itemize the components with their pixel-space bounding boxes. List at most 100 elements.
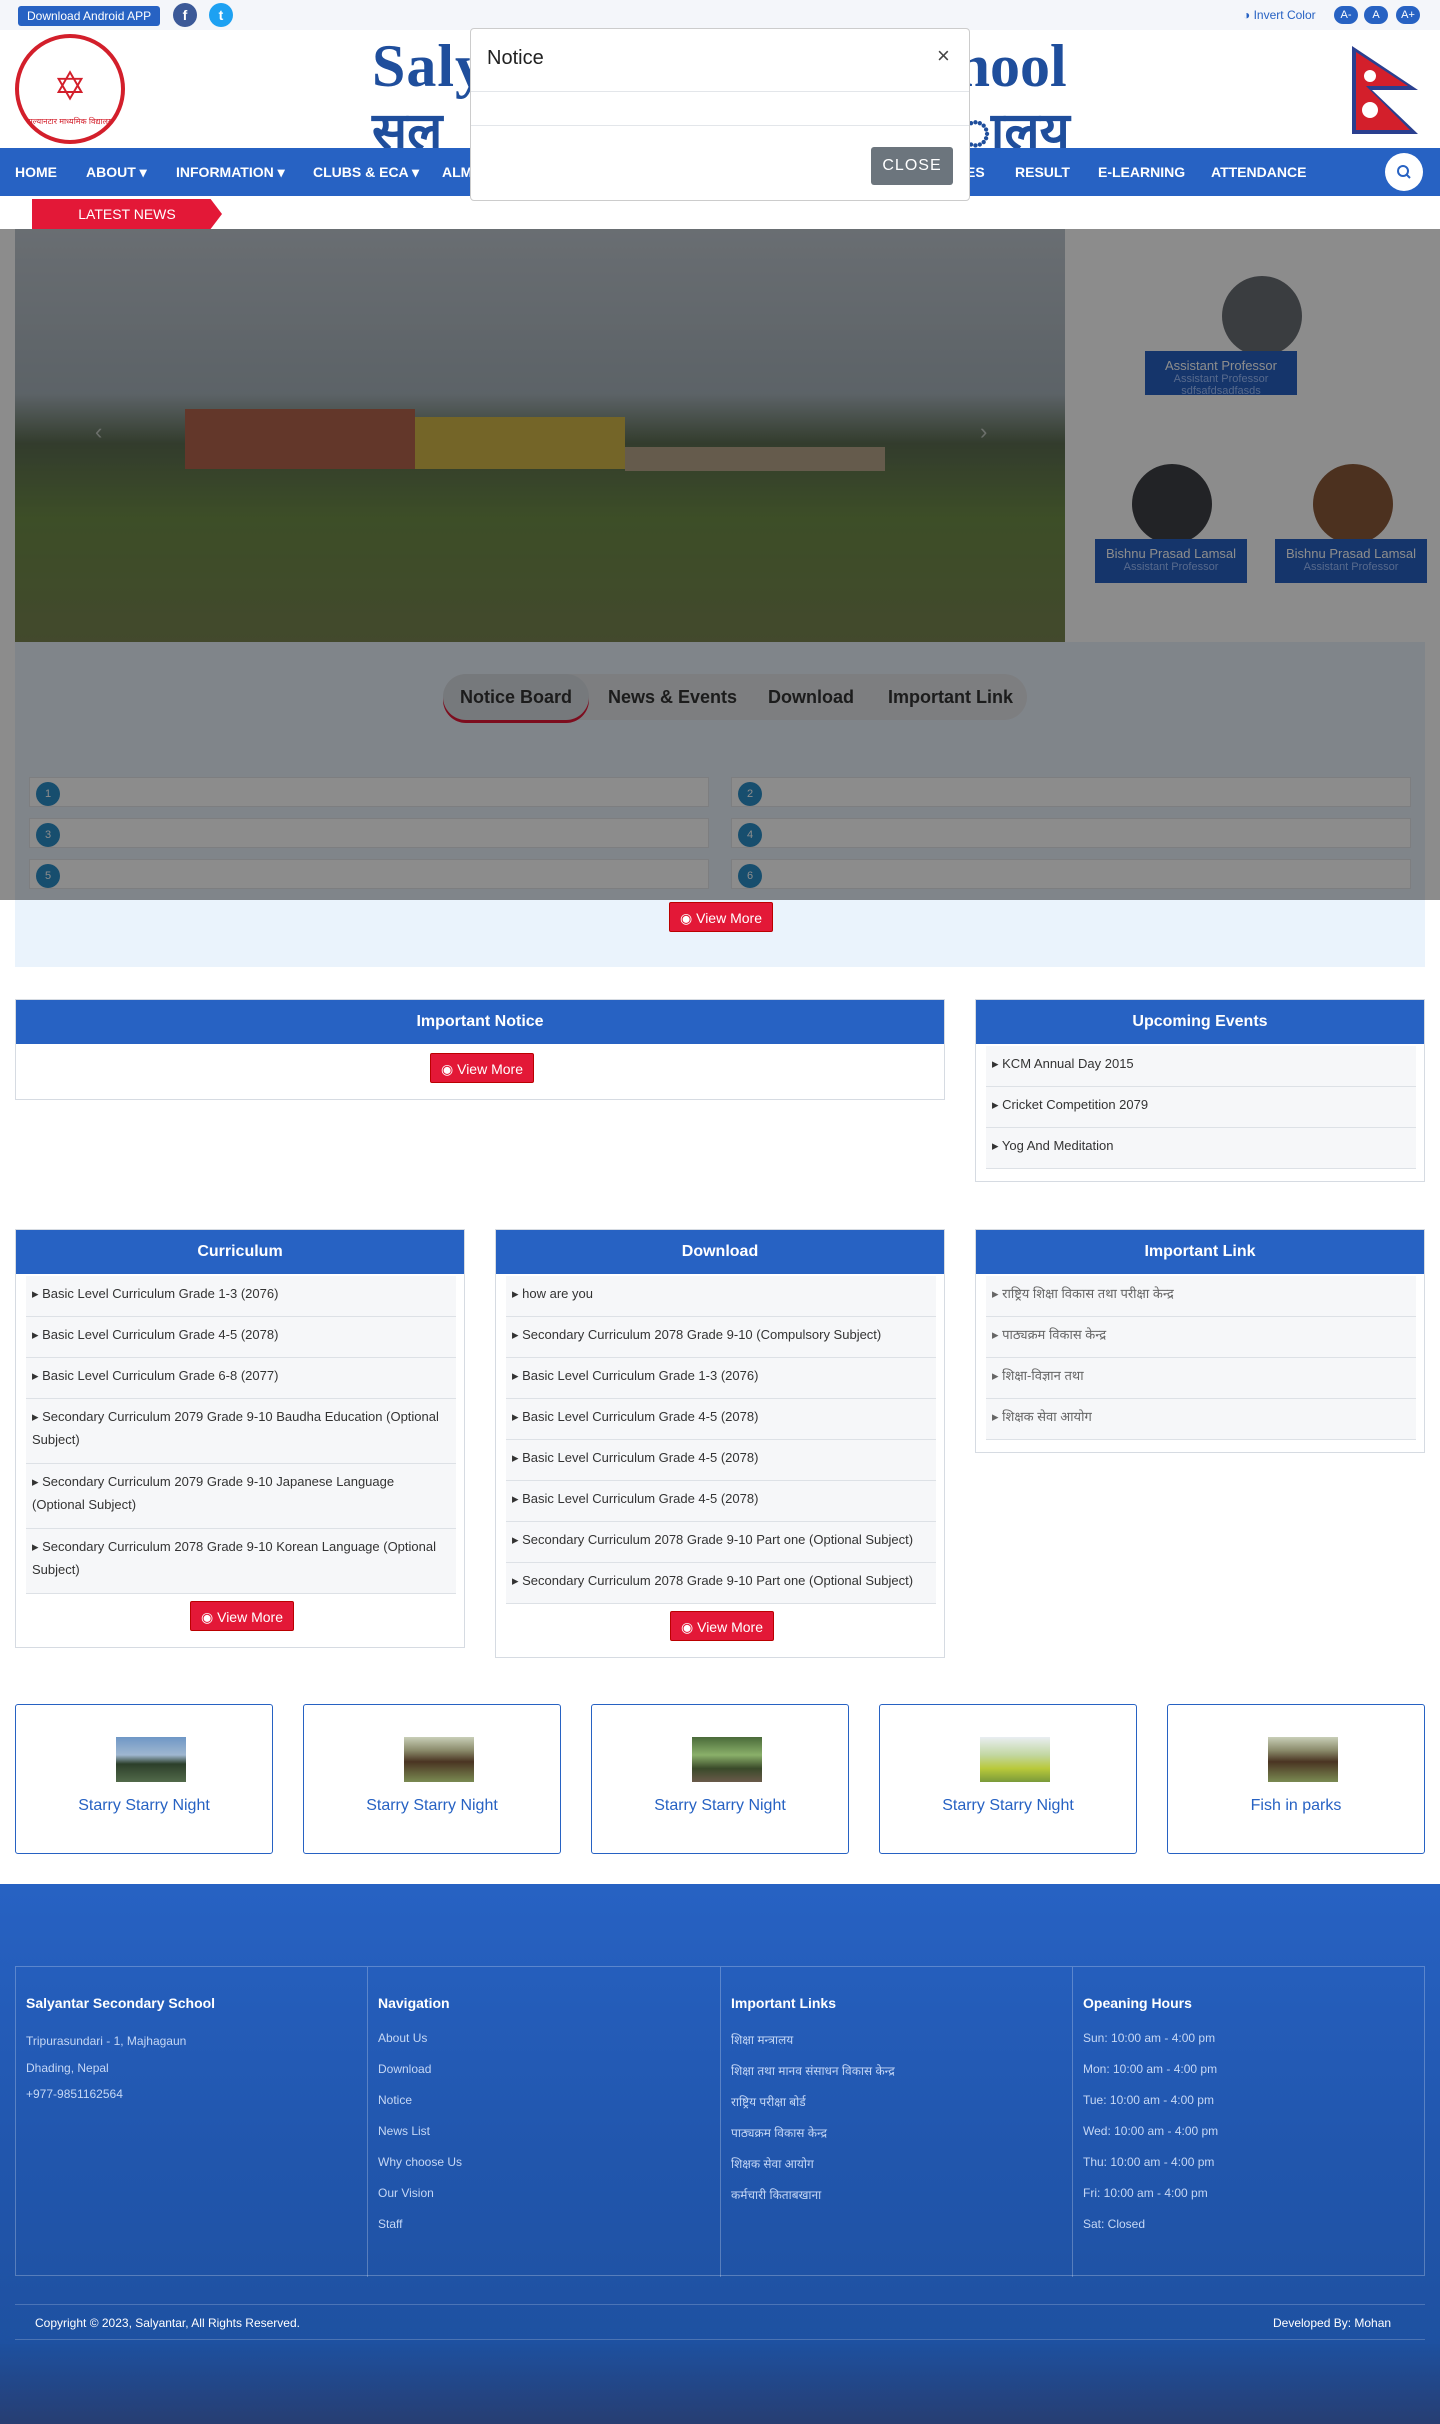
gallery-tile[interactable]: Starry Starry Night [15,1704,273,1854]
list-item[interactable]: ▸ Secondary Curriculum 2079 Grade 9-10 J… [26,1464,456,1529]
facebook-icon[interactable]: f [173,3,197,27]
caret-right-icon: ▸ [512,1409,523,1424]
list-item[interactable]: ▸ Basic Level Curriculum Grade 1-3 (2076… [506,1358,936,1399]
logo-text: सल्यानटार माध्यमिक विद्यालय [27,117,113,126]
view-more-button[interactable]: ◉ View More [669,902,773,932]
nav-clubs-eca[interactable]: CLUBS & ECA ▾ [313,148,419,196]
nav-alumni[interactable]: ALM [442,148,472,196]
caret-right-icon: ▸ [512,1327,523,1342]
eye-icon: ◉ [681,1619,698,1635]
nav-about[interactable]: ABOUT ▾ [86,148,147,196]
card-title: Download [496,1230,944,1274]
footer-hours-column: Opeaning Hours Sun: 10:00 am - 4:00 pm M… [1083,1995,1219,2231]
contrast-icon: ◑ [1243,8,1254,22]
caret-right-icon: ▸ [512,1368,523,1383]
footer-link[interactable]: शिक्षक सेवा आयोग [731,2155,814,2172]
eye-icon: ◉ [441,1061,458,1077]
font-increase-button[interactable]: A+ [1396,6,1420,24]
footer-link[interactable]: पाठ्यक्रम विकास केन्द्र [731,2124,827,2141]
caret-right-icon: ▸ [992,1409,1003,1424]
list-item[interactable]: ▸ Basic Level Curriculum Grade 4-5 (2078… [26,1317,456,1358]
list-item[interactable]: ▸ Basic Level Curriculum Grade 1-3 (2076… [26,1276,456,1317]
nepal-flag-icon [1352,46,1418,134]
tile-image [1268,1737,1338,1782]
gallery-tile[interactable]: Fish in parks [1167,1704,1425,1854]
caret-right-icon: ▸ [32,1474,43,1489]
important-notice-card: Important Notice ◉ View More [15,999,945,1100]
tile-image [404,1737,474,1782]
footer-link[interactable]: Download [378,2062,431,2076]
footer-link[interactable]: News List [378,2124,430,2138]
footer-link[interactable]: शिक्षा तथा मानव संसाधन विकास केन्द्र [731,2062,895,2079]
list-item[interactable]: ▸ पाठ्यक्रम विकास केन्द्र [986,1317,1416,1358]
curriculum-card: Curriculum ▸ Basic Level Curriculum Grad… [15,1229,465,1648]
download-card: Download ▸ how are you ▸ Secondary Curri… [495,1229,945,1658]
divider [471,91,969,92]
view-more-button[interactable]: ◉ View More [430,1053,534,1083]
list-item[interactable]: ▸ Secondary Curriculum 2078 Grade 9-10 K… [26,1529,456,1594]
footer-link[interactable]: Notice [378,2093,412,2107]
caret-right-icon: ▸ [992,1286,1003,1301]
list-item[interactable]: ▸ Yog And Meditation [986,1128,1416,1169]
list-item[interactable]: ▸ शिक्षक सेवा आयोग [986,1399,1416,1440]
search-button[interactable] [1385,153,1423,191]
list-item[interactable]: ▸ Cricket Competition 2079 [986,1087,1416,1128]
caret-right-icon: ▸ [992,1138,1002,1153]
nav-e-learning[interactable]: E-LEARNING [1098,148,1185,196]
footer-link[interactable]: राष्ट्रिय परीक्षा बोर्ड [731,2093,806,2110]
close-icon[interactable]: × [937,43,950,69]
list-item[interactable]: ▸ Basic Level Curriculum Grade 6-8 (2077… [26,1358,456,1399]
list-item[interactable]: ▸ Basic Level Curriculum Grade 4-5 (2078… [506,1481,936,1522]
star-icon: ✡ [53,65,87,109]
gallery-tile[interactable]: Starry Starry Night [303,1704,561,1854]
view-more-button[interactable]: ◉ View More [670,1611,774,1641]
list-item[interactable]: ▸ Secondary Curriculum 2078 Grade 9-10 P… [506,1522,936,1563]
caret-right-icon: ▸ [992,1368,1003,1383]
nav-result[interactable]: RESULT [1015,148,1070,196]
font-reset-button[interactable]: A [1364,6,1388,24]
caret-right-icon: ▸ [512,1286,523,1301]
list-item[interactable]: ▸ how are you [506,1276,936,1317]
gallery-tile[interactable]: Starry Starry Night [591,1704,849,1854]
twitter-icon[interactable]: t [209,3,233,27]
school-title-np-left: सल् [372,103,443,148]
caret-right-icon: ▸ [32,1368,43,1383]
developer-credit[interactable]: Developed By: Mohan [1273,2316,1391,2330]
modal-backdrop[interactable] [0,229,1440,900]
footer-link[interactable]: About Us [378,2031,427,2045]
card-title: Important Notice [16,1000,944,1044]
footer-navigation-column: Navigation About Us Download Notice News… [368,1967,721,2277]
download-android-button[interactable]: Download Android APP [18,6,161,26]
nav-information[interactable]: INFORMATION ▾ [176,148,285,196]
footer-school-column: Salyantar Secondary School Tripurasundar… [16,1967,368,2277]
caret-right-icon: ▸ [32,1539,43,1554]
footer-link[interactable]: Staff [378,2217,402,2231]
modal-title: Notice [487,47,544,69]
view-more-button[interactable]: ◉ View More [190,1601,294,1631]
list-item[interactable]: ▸ Secondary Curriculum 2078 Grade 9-10 (… [506,1317,936,1358]
upcoming-events-card: Upcoming Events ▸ KCM Annual Day 2015 ▸ … [975,999,1425,1182]
invert-color-toggle[interactable]: ◑ Invert Color [1243,8,1316,22]
caret-right-icon: ▸ [512,1450,523,1465]
list-item[interactable]: ▸ Secondary Curriculum 2078 Grade 9-10 P… [506,1563,936,1604]
nav-attendance[interactable]: ATTENDANCE [1211,148,1306,196]
list-item[interactable]: ▸ Basic Level Curriculum Grade 4-5 (2078… [506,1399,936,1440]
list-item[interactable]: ▸ Secondary Curriculum 2079 Grade 9-10 B… [26,1399,456,1464]
school-logo[interactable]: ✡ सल्यानटार माध्यमिक विद्यालय [15,34,125,144]
list-item[interactable]: ▸ राष्ट्रिय शिक्षा विकास तथा परीक्षा केन… [986,1276,1416,1317]
caret-right-icon: ▸ [32,1286,43,1301]
gallery-tile[interactable]: Starry Starry Night [879,1704,1137,1854]
list-item[interactable]: ▸ शिक्षा-विज्ञान तथा [986,1358,1416,1399]
footer-link[interactable]: Our Vision [378,2186,434,2200]
modal-close-button[interactable]: CLOSE [871,147,953,185]
footer-link[interactable]: शिक्षा मन्त्रालय [731,2031,793,2048]
school-title-en-left: Saly [372,33,487,99]
eye-icon: ◉ [201,1609,218,1625]
list-item[interactable]: ▸ Basic Level Curriculum Grade 4-5 (2078… [506,1440,936,1481]
footer-link[interactable]: कर्मचारी किताबखाना [731,2186,821,2203]
list-item[interactable]: ▸ KCM Annual Day 2015 [986,1046,1416,1087]
nav-home[interactable]: HOME [15,148,57,196]
font-decrease-button[interactable]: A- [1334,6,1358,24]
caret-down-icon: ▾ [135,164,147,180]
footer-link[interactable]: Why choose Us [378,2155,462,2169]
